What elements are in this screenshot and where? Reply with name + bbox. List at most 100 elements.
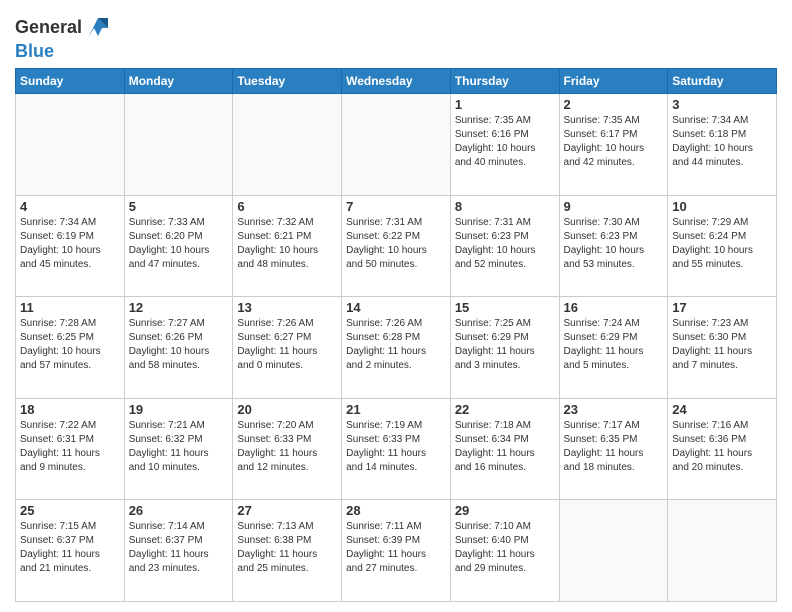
day-number: 15 [455, 300, 555, 315]
day-number: 5 [129, 199, 229, 214]
day-number: 24 [672, 402, 772, 417]
calendar-cell: 23 Sunrise: 7:17 AM Sunset: 6:35 PM Dayli… [559, 398, 668, 500]
day-info: Sunrise: 7:24 AM Sunset: 6:29 PM Dayligh… [564, 317, 664, 373]
calendar-cell: 29 Sunrise: 7:10 AM Sunset: 6:40 PM Dayli… [450, 500, 559, 602]
calendar-week-3: 11 Sunrise: 7:28 AM Sunset: 6:25 PM Dayli… [16, 297, 777, 399]
day-info: Sunrise: 7:28 AM Sunset: 6:25 PM Dayligh… [20, 317, 120, 373]
calendar-cell: 25Sunrise: 7:15 AM Sunset: 6:37 PM Dayli… [16, 500, 125, 602]
day-info: Sunrise: 7:27 AM Sunset: 6:26 PM Dayligh… [129, 317, 229, 373]
weekday-header-sunday: Sunday [16, 69, 125, 94]
day-number: 29 [455, 503, 555, 518]
day-info: Sunrise: 7:20 AM Sunset: 6:33 PM Dayligh… [237, 419, 337, 475]
day-info: Sunrise: 7:35 AM Sunset: 6:16 PM Dayligh… [455, 114, 555, 170]
day-number: 28 [346, 503, 446, 518]
day-number: 11 [20, 300, 120, 315]
day-info: Sunrise: 7:16 AM Sunset: 6:36 PM Dayligh… [672, 419, 772, 475]
day-info: Sunrise: 7:34 AM Sunset: 6:18 PM Dayligh… [672, 114, 772, 170]
day-info: Sunrise: 7:26 AM Sunset: 6:27 PM Dayligh… [237, 317, 337, 373]
day-info: Sunrise: 7:14 AM Sunset: 6:37 PM Dayligh… [129, 520, 229, 576]
day-number: 14 [346, 300, 446, 315]
calendar-cell: 10 Sunrise: 7:29 AM Sunset: 6:24 PM Dayli… [668, 195, 777, 297]
day-number: 23 [564, 402, 664, 417]
calendar-cell: 16 Sunrise: 7:24 AM Sunset: 6:29 PM Dayli… [559, 297, 668, 399]
calendar-cell: 15Sunrise: 7:25 AM Sunset: 6:29 PM Dayli… [450, 297, 559, 399]
day-info: Sunrise: 7:32 AM Sunset: 6:21 PM Dayligh… [237, 216, 337, 272]
calendar-cell [559, 500, 668, 602]
calendar-cell: 27 Sunrise: 7:13 AM Sunset: 6:38 PM Dayli… [233, 500, 342, 602]
day-number: 20 [237, 402, 337, 417]
day-number: 12 [129, 300, 229, 315]
logo-text-line1: General [15, 18, 82, 38]
day-info: Sunrise: 7:26 AM Sunset: 6:28 PM Dayligh… [346, 317, 446, 373]
calendar-cell: 18 Sunrise: 7:22 AM Sunset: 6:31 PM Dayli… [16, 398, 125, 500]
calendar-cell: 24 Sunrise: 7:16 AM Sunset: 6:36 PM Dayli… [668, 398, 777, 500]
day-number: 7 [346, 199, 446, 214]
page: General Blue SundayMondayTuesdayWednesda… [0, 0, 792, 612]
day-info: Sunrise: 7:34 AM Sunset: 6:19 PM Dayligh… [20, 216, 120, 272]
calendar-cell: 26 Sunrise: 7:14 AM Sunset: 6:37 PM Dayli… [124, 500, 233, 602]
day-info: Sunrise: 7:10 AM Sunset: 6:40 PM Dayligh… [455, 520, 555, 576]
day-info: Sunrise: 7:29 AM Sunset: 6:24 PM Dayligh… [672, 216, 772, 272]
calendar-cell: 4 Sunrise: 7:34 AM Sunset: 6:19 PM Daylig… [16, 195, 125, 297]
calendar-cell: 9 Sunrise: 7:30 AM Sunset: 6:23 PM Daylig… [559, 195, 668, 297]
logo-icon [84, 14, 112, 42]
day-number: 4 [20, 199, 120, 214]
day-number: 8 [455, 199, 555, 214]
day-info: Sunrise: 7:21 AM Sunset: 6:32 PM Dayligh… [129, 419, 229, 475]
calendar-cell [233, 94, 342, 196]
day-number: 10 [672, 199, 772, 214]
day-number: 18 [20, 402, 120, 417]
day-info: Sunrise: 7:13 AM Sunset: 6:38 PM Dayligh… [237, 520, 337, 576]
calendar-cell: 7Sunrise: 7:31 AM Sunset: 6:22 PM Daylig… [342, 195, 451, 297]
calendar-cell: 20 Sunrise: 7:20 AM Sunset: 6:33 PM Dayli… [233, 398, 342, 500]
calendar-cell: 17Sunrise: 7:23 AM Sunset: 6:30 PM Dayli… [668, 297, 777, 399]
weekday-header-tuesday: Tuesday [233, 69, 342, 94]
calendar-cell: 11 Sunrise: 7:28 AM Sunset: 6:25 PM Dayli… [16, 297, 125, 399]
weekday-header-monday: Monday [124, 69, 233, 94]
weekday-header-thursday: Thursday [450, 69, 559, 94]
calendar-cell: 3 Sunrise: 7:34 AM Sunset: 6:18 PM Daylig… [668, 94, 777, 196]
calendar-cell: 22 Sunrise: 7:18 AM Sunset: 6:34 PM Dayli… [450, 398, 559, 500]
day-number: 1 [455, 97, 555, 112]
day-number: 9 [564, 199, 664, 214]
day-info: Sunrise: 7:22 AM Sunset: 6:31 PM Dayligh… [20, 419, 120, 475]
day-number: 16 [564, 300, 664, 315]
day-number: 19 [129, 402, 229, 417]
day-number: 6 [237, 199, 337, 214]
header: General Blue [15, 10, 777, 62]
day-info: Sunrise: 7:31 AM Sunset: 6:23 PM Dayligh… [455, 216, 555, 272]
calendar-cell: 19 Sunrise: 7:21 AM Sunset: 6:32 PM Dayli… [124, 398, 233, 500]
calendar-cell [342, 94, 451, 196]
calendar-cell [16, 94, 125, 196]
day-number: 25 [20, 503, 120, 518]
calendar-week-5: 25Sunrise: 7:15 AM Sunset: 6:37 PM Dayli… [16, 500, 777, 602]
calendar-cell: 8 Sunrise: 7:31 AM Sunset: 6:23 PM Daylig… [450, 195, 559, 297]
day-info: Sunrise: 7:30 AM Sunset: 6:23 PM Dayligh… [564, 216, 664, 272]
day-info: Sunrise: 7:35 AM Sunset: 6:17 PM Dayligh… [564, 114, 664, 170]
calendar-cell [124, 94, 233, 196]
day-info: Sunrise: 7:17 AM Sunset: 6:35 PM Dayligh… [564, 419, 664, 475]
day-info: Sunrise: 7:33 AM Sunset: 6:20 PM Dayligh… [129, 216, 229, 272]
calendar-cell: 12 Sunrise: 7:27 AM Sunset: 6:26 PM Dayli… [124, 297, 233, 399]
day-info: Sunrise: 7:18 AM Sunset: 6:34 PM Dayligh… [455, 419, 555, 475]
calendar-header-row: SundayMondayTuesdayWednesdayThursdayFrid… [16, 69, 777, 94]
day-number: 22 [455, 402, 555, 417]
day-info: Sunrise: 7:23 AM Sunset: 6:30 PM Dayligh… [672, 317, 772, 373]
weekday-header-friday: Friday [559, 69, 668, 94]
day-info: Sunrise: 7:19 AM Sunset: 6:33 PM Dayligh… [346, 419, 446, 475]
logo-text-line2: Blue [15, 41, 54, 61]
calendar-week-1: 1 Sunrise: 7:35 AM Sunset: 6:16 PM Daylig… [16, 94, 777, 196]
calendar-cell: 6 Sunrise: 7:32 AM Sunset: 6:21 PM Daylig… [233, 195, 342, 297]
day-number: 27 [237, 503, 337, 518]
day-number: 26 [129, 503, 229, 518]
calendar-cell: 13Sunrise: 7:26 AM Sunset: 6:27 PM Dayli… [233, 297, 342, 399]
calendar-cell: 21Sunrise: 7:19 AM Sunset: 6:33 PM Dayli… [342, 398, 451, 500]
day-number: 2 [564, 97, 664, 112]
calendar-cell: 28Sunrise: 7:11 AM Sunset: 6:39 PM Dayli… [342, 500, 451, 602]
day-number: 3 [672, 97, 772, 112]
calendar-cell: 14 Sunrise: 7:26 AM Sunset: 6:28 PM Dayli… [342, 297, 451, 399]
calendar-week-2: 4 Sunrise: 7:34 AM Sunset: 6:19 PM Daylig… [16, 195, 777, 297]
calendar-cell: 2 Sunrise: 7:35 AM Sunset: 6:17 PM Daylig… [559, 94, 668, 196]
weekday-header-wednesday: Wednesday [342, 69, 451, 94]
calendar-week-4: 18 Sunrise: 7:22 AM Sunset: 6:31 PM Dayli… [16, 398, 777, 500]
